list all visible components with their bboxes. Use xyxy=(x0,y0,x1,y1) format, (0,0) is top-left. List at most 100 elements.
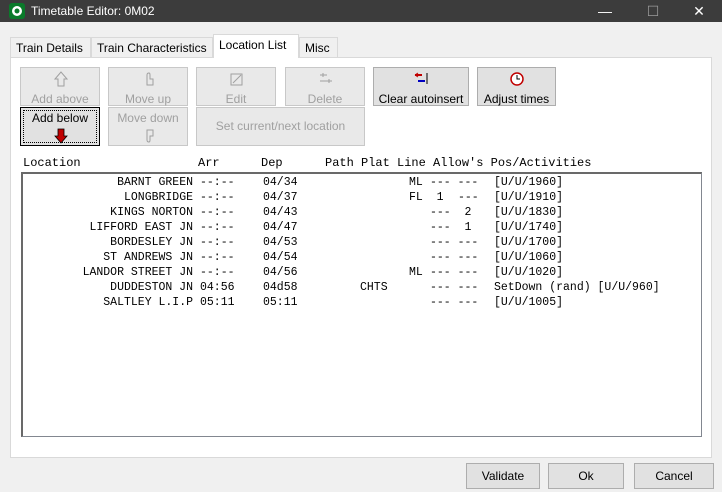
arrow-up-icon xyxy=(54,71,68,87)
adjust-times-button[interactable]: Adjust times xyxy=(477,67,556,106)
column-header-arr: Arr xyxy=(198,156,220,170)
edit-button: Edit xyxy=(196,67,276,106)
list-item[interactable]: LIFFORD EAST JN --:-- 04/47 --- 1 [U/U/1… xyxy=(23,221,701,236)
move-down-label: Move down xyxy=(117,111,179,125)
row-allow: --- --- xyxy=(430,296,479,309)
hand-down-icon xyxy=(146,129,154,143)
list-item[interactable]: DUDDESTON JN 04:56 04d58 CHTS --- --- Se… xyxy=(23,281,701,296)
list-item[interactable]: LANDOR STREET JN --:-- 04/56 ML --- --- … xyxy=(23,266,701,281)
row-pos: [U/U/1005] xyxy=(494,296,564,309)
list-item[interactable]: LONGBRIDGE --:-- 04/37 FL 1 --- [U/U/191… xyxy=(23,191,701,206)
close-button[interactable]: ✕ xyxy=(676,0,722,22)
row-allow: --- 2 xyxy=(430,206,472,219)
location-list[interactable]: BARNT GREEN --:-- 04/34 ML --- --- [U/U/… xyxy=(21,172,702,437)
minimize-button[interactable]: — xyxy=(582,0,628,22)
row-location: LANDOR STREET JN xyxy=(82,266,193,279)
tab-label: Misc xyxy=(305,41,330,55)
tab-label: Location List xyxy=(219,38,287,52)
tab-misc[interactable]: Misc xyxy=(299,37,338,58)
row-location: LONGBRIDGE xyxy=(123,191,193,204)
row-location: KINGS NORTON xyxy=(110,206,193,219)
title-bar: Timetable Editor: 0M02 — ☐ ✕ xyxy=(0,0,722,22)
column-header-path-plat-line: Path Plat Line Allow's Pos/Activities xyxy=(325,156,592,170)
list-item[interactable]: KINGS NORTON --:-- 04/43 --- 2 [U/U/1830… xyxy=(23,206,701,221)
row-pos: [U/U/1700] xyxy=(494,236,564,249)
row-dep: 04d58 xyxy=(263,281,298,294)
clear-autoinsert-button[interactable]: Clear autoinsert xyxy=(373,67,469,106)
delete-label: Delete xyxy=(307,92,343,106)
row-location: DUDDESTON JN xyxy=(110,281,193,294)
app-icon xyxy=(9,3,25,19)
row-arr: --:-- xyxy=(200,251,235,264)
row-dep: 04/53 xyxy=(263,236,298,249)
move-up-button: Move up xyxy=(108,67,188,106)
row-arr: --:-- xyxy=(200,236,235,249)
validate-button[interactable]: Validate xyxy=(466,463,540,489)
row-location: LIFFORD EAST JN xyxy=(89,221,193,234)
row-pos: [U/U/1910] xyxy=(494,191,564,204)
ok-button[interactable]: Ok xyxy=(548,463,624,489)
delete-icon xyxy=(320,73,332,83)
row-arr: --:-- xyxy=(200,266,235,279)
row-allow: --- --- xyxy=(430,266,479,279)
clock-icon xyxy=(510,72,524,86)
column-header-dep: Dep xyxy=(261,156,283,170)
row-location: BARNT GREEN xyxy=(117,176,193,189)
row-dep: 04/37 xyxy=(263,191,298,204)
row-allow: --- --- xyxy=(430,281,479,294)
list-item[interactable]: BARNT GREEN --:-- 04/34 ML --- --- [U/U/… xyxy=(23,176,701,191)
list-item[interactable]: BORDESLEY JN --:-- 04/53 --- --- [U/U/17… xyxy=(23,236,701,251)
list-item[interactable]: SALTLEY L.I.P 05:11 05:11 --- --- [U/U/1… xyxy=(23,296,701,311)
row-dep: 04/43 xyxy=(263,206,298,219)
add-above-button: Add above xyxy=(20,67,100,106)
row-allow: --- 1 xyxy=(430,221,472,234)
row-arr: --:-- xyxy=(200,191,235,204)
tab-train-details[interactable]: Train Details xyxy=(10,37,91,58)
delete-button: Delete xyxy=(285,67,365,106)
tab-location-list[interactable]: Location List xyxy=(213,34,299,58)
row-allow: --- xyxy=(458,191,479,204)
row-allow: --- --- xyxy=(430,236,479,249)
row-path: CHTS xyxy=(360,281,388,294)
row-allow: --- --- xyxy=(430,251,479,264)
row-location: BORDESLEY JN xyxy=(110,236,193,249)
row-dep: 05:11 xyxy=(263,296,298,309)
row-arr: 04:56 xyxy=(200,281,235,294)
arrow-down-icon xyxy=(54,128,68,144)
row-location: ST ANDREWS JN xyxy=(103,251,193,264)
row-line: ML xyxy=(409,176,423,189)
row-pos: SetDown (rand) [U/U/960] xyxy=(494,281,660,294)
tab-train-characteristics[interactable]: Train Characteristics xyxy=(91,37,213,58)
row-pos: [U/U/1740] xyxy=(494,221,564,234)
add-below-button[interactable]: Add below xyxy=(20,107,100,146)
edit-label: Edit xyxy=(225,92,247,106)
move-up-label: Move up xyxy=(124,92,172,106)
row-dep: 04/54 xyxy=(263,251,298,264)
row-arr: 05:11 xyxy=(200,296,235,309)
tab-label: Train Characteristics xyxy=(97,41,207,55)
add-above-label: Add above xyxy=(31,92,89,106)
clear-autoinsert-label: Clear autoinsert xyxy=(378,92,464,106)
row-allow: --- --- xyxy=(430,176,479,189)
row-location: SALTLEY L.I.P xyxy=(103,296,193,309)
move-down-button: Move down xyxy=(108,107,188,146)
row-line: ML xyxy=(409,266,423,279)
row-dep: 04/56 xyxy=(263,266,298,279)
row-pos: [U/U/1060] xyxy=(494,251,564,264)
row-dep: 04/34 xyxy=(263,176,298,189)
tab-label: Train Details xyxy=(16,41,83,55)
add-below-label: Add below xyxy=(31,111,89,125)
row-pos: [U/U/1960] xyxy=(494,176,564,189)
adjust-times-label: Adjust times xyxy=(483,92,550,106)
row-pos: [U/U/1020] xyxy=(494,266,564,279)
row-arr: --:-- xyxy=(200,221,235,234)
edit-icon xyxy=(230,73,243,86)
clear-autoinsert-icon xyxy=(414,72,428,84)
row-line: FL 1 xyxy=(409,191,444,204)
hand-up-icon xyxy=(146,72,154,86)
cancel-button[interactable]: Cancel xyxy=(634,463,714,489)
row-dep: 04/47 xyxy=(263,221,298,234)
set-current-next-button: Set current/next location xyxy=(196,107,365,146)
row-arr: --:-- xyxy=(200,176,235,189)
list-item[interactable]: ST ANDREWS JN --:-- 04/54 --- --- [U/U/1… xyxy=(23,251,701,266)
